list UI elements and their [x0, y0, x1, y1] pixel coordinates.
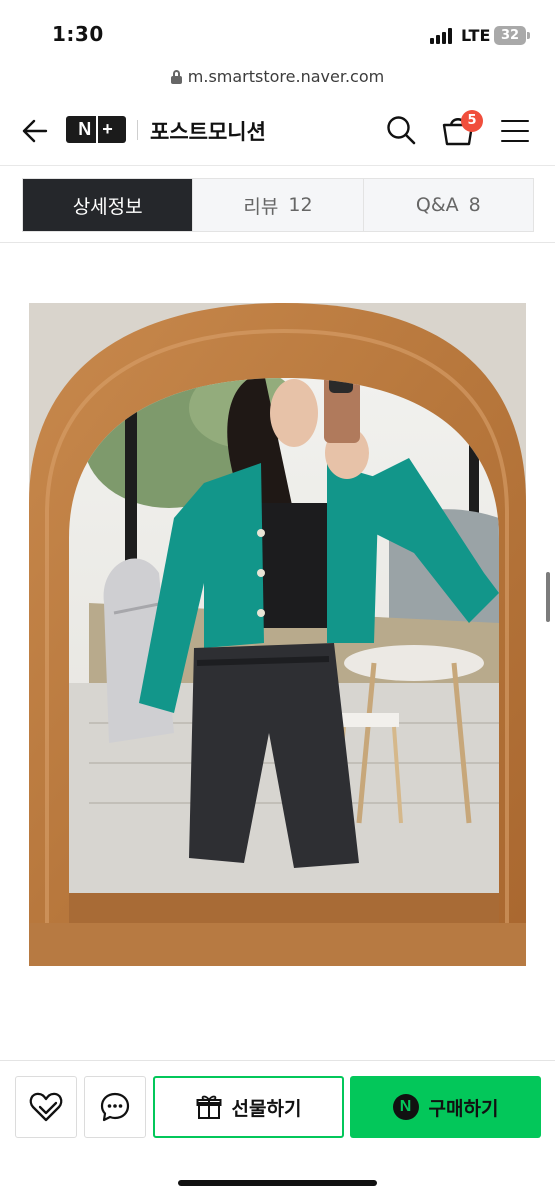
logo-n: N	[78, 119, 93, 139]
status-time: 1:30	[52, 22, 104, 46]
tab-qna[interactable]: Q&A 8	[362, 179, 533, 231]
gift-button[interactable]: 선물하기	[153, 1076, 344, 1138]
url-text: m.smartstore.naver.com	[187, 67, 385, 86]
header-divider	[137, 120, 138, 140]
cart-count-badge: 5	[461, 110, 483, 132]
npay-icon: N	[392, 1094, 419, 1120]
tabs-divider	[0, 242, 555, 243]
back-button[interactable]	[20, 116, 50, 146]
menu-button[interactable]	[501, 120, 529, 142]
battery-icon: 32	[494, 26, 526, 45]
gift-box-icon	[196, 1095, 222, 1119]
arrow-left-icon	[22, 119, 48, 143]
talk-talk-button[interactable]	[84, 1076, 146, 1138]
scroll-indicator[interactable]	[546, 572, 550, 622]
tab-label: 리뷰	[243, 195, 279, 218]
tab-detail-info[interactable]: 상세정보	[23, 179, 193, 231]
purchase-action-bar: 선물하기 N 구매하기	[0, 1060, 555, 1200]
network-type: LTE	[461, 26, 491, 45]
chat-bubble-icon	[100, 1092, 130, 1122]
address-bar[interactable]: m.smartstore.naver.com	[0, 62, 555, 96]
tab-count: 8	[468, 194, 481, 216]
battery-nub	[527, 32, 530, 39]
logo-plus: +	[102, 119, 114, 139]
lock-icon	[170, 69, 182, 84]
tab-count: 12	[288, 194, 313, 216]
tab-reviews[interactable]: 리뷰 12	[192, 179, 363, 231]
gift-label: 선물하기	[231, 1097, 302, 1120]
buy-button[interactable]: N 구매하기	[350, 1076, 541, 1138]
buy-label: 구매하기	[428, 1097, 499, 1120]
store-name[interactable]: 포스트모니션	[150, 116, 266, 146]
cellular-signal-icon	[430, 28, 456, 44]
tab-label: 상세정보	[72, 195, 143, 218]
product-photo	[29, 303, 526, 966]
wishlist-button[interactable]	[15, 1076, 77, 1138]
status-bar: 1:30 LTE 32	[0, 0, 555, 62]
home-indicator[interactable]	[178, 1180, 377, 1186]
heart-icon	[29, 1092, 63, 1122]
naver-plus-logo[interactable]: N +	[66, 116, 126, 143]
search-icon	[387, 116, 416, 145]
search-button[interactable]	[385, 114, 417, 146]
tab-label: Q&A	[415, 194, 459, 216]
product-tabs: 상세정보 리뷰 12 Q&A 8	[22, 178, 534, 232]
